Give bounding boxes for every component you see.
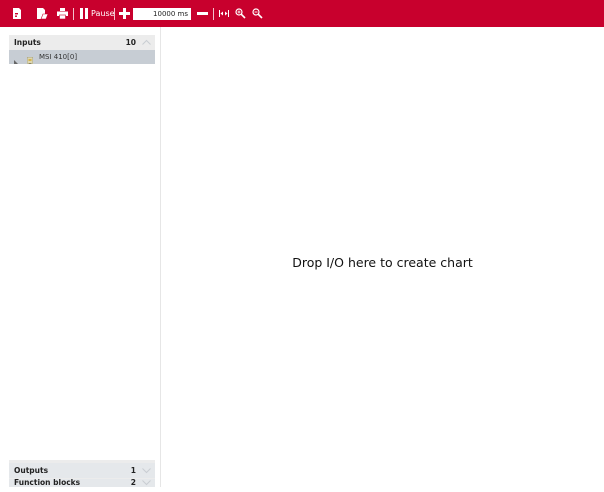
document-new-icon[interactable]: [12, 0, 22, 27]
toolbar-separator: [114, 8, 115, 20]
toolbar: Pause: [0, 0, 604, 27]
outputs-header[interactable]: Outputs 1: [9, 463, 155, 478]
time-window-input[interactable]: [133, 8, 191, 20]
toolbar-separator: [73, 8, 74, 20]
minus-icon[interactable]: [196, 0, 208, 27]
zoom-in-icon[interactable]: [234, 0, 246, 27]
function-blocks-header[interactable]: Function blocks 2: [9, 478, 155, 487]
outputs-count: 1: [130, 466, 136, 475]
plus-icon[interactable]: [118, 0, 130, 27]
function-blocks-count: 2: [130, 478, 136, 487]
chevron-down-icon[interactable]: [141, 475, 152, 490]
inputs-title: Inputs: [14, 38, 41, 47]
io-sidebar-inner: Inputs 10 MSI 410[0] Outputs 1 Function …: [9, 35, 155, 487]
outputs-title: Outputs: [14, 466, 49, 475]
drop-hint-text: Drop I/O here to create chart: [292, 255, 473, 270]
pause-button[interactable]: Pause: [91, 0, 115, 27]
pause-icon[interactable]: [79, 0, 89, 27]
tree-item-msi-410[interactable]: MSI 410[0]: [9, 50, 155, 68]
function-blocks-title: Function blocks: [14, 478, 81, 487]
inputs-count: 10: [125, 38, 136, 47]
io-sidebar: Inputs 10 MSI 410[0] Outputs 1 Function …: [0, 27, 160, 487]
inputs-header[interactable]: Inputs 10: [9, 35, 155, 50]
chart-drop-area[interactable]: Drop I/O here to create chart: [161, 27, 604, 487]
inputs-list-body: [9, 64, 155, 460]
chevron-up-icon[interactable]: [141, 35, 152, 50]
print-icon[interactable]: [56, 0, 68, 27]
document-open-icon[interactable]: [36, 0, 48, 27]
zoom-out-icon[interactable]: [251, 0, 263, 27]
tree-item-label: MSI 410[0]: [39, 53, 78, 61]
fit-width-icon[interactable]: [218, 0, 229, 27]
toolbar-separator: [213, 8, 214, 20]
